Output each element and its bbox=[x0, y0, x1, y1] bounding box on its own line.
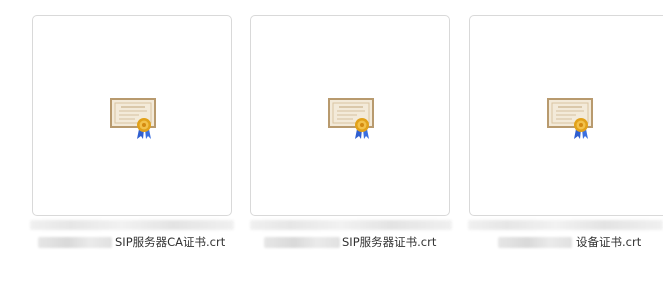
file-card-sip-ca-cert[interactable] bbox=[32, 15, 232, 216]
file-name[interactable]: 设备证书.crt bbox=[576, 234, 641, 250]
certificate-icon bbox=[547, 98, 593, 139]
redacted-text bbox=[468, 220, 663, 230]
redacted-text bbox=[30, 220, 234, 230]
file-card-device-cert[interactable] bbox=[469, 15, 663, 216]
file-name[interactable]: SIP服务器CA证书.crt bbox=[115, 234, 225, 250]
certificate-icon bbox=[110, 98, 156, 139]
redacted-filename-prefix bbox=[264, 237, 340, 248]
file-grid: SIP服务器CA证书.crt SIP服务器证书.crt 设备证书.crt bbox=[0, 0, 663, 286]
file-name[interactable]: SIP服务器证书.crt bbox=[342, 234, 436, 250]
file-card-sip-server-cert[interactable] bbox=[250, 15, 450, 216]
redacted-filename-prefix bbox=[498, 237, 572, 248]
certificate-icon bbox=[328, 98, 374, 139]
redacted-filename-prefix bbox=[38, 237, 112, 248]
redacted-text bbox=[250, 220, 452, 230]
